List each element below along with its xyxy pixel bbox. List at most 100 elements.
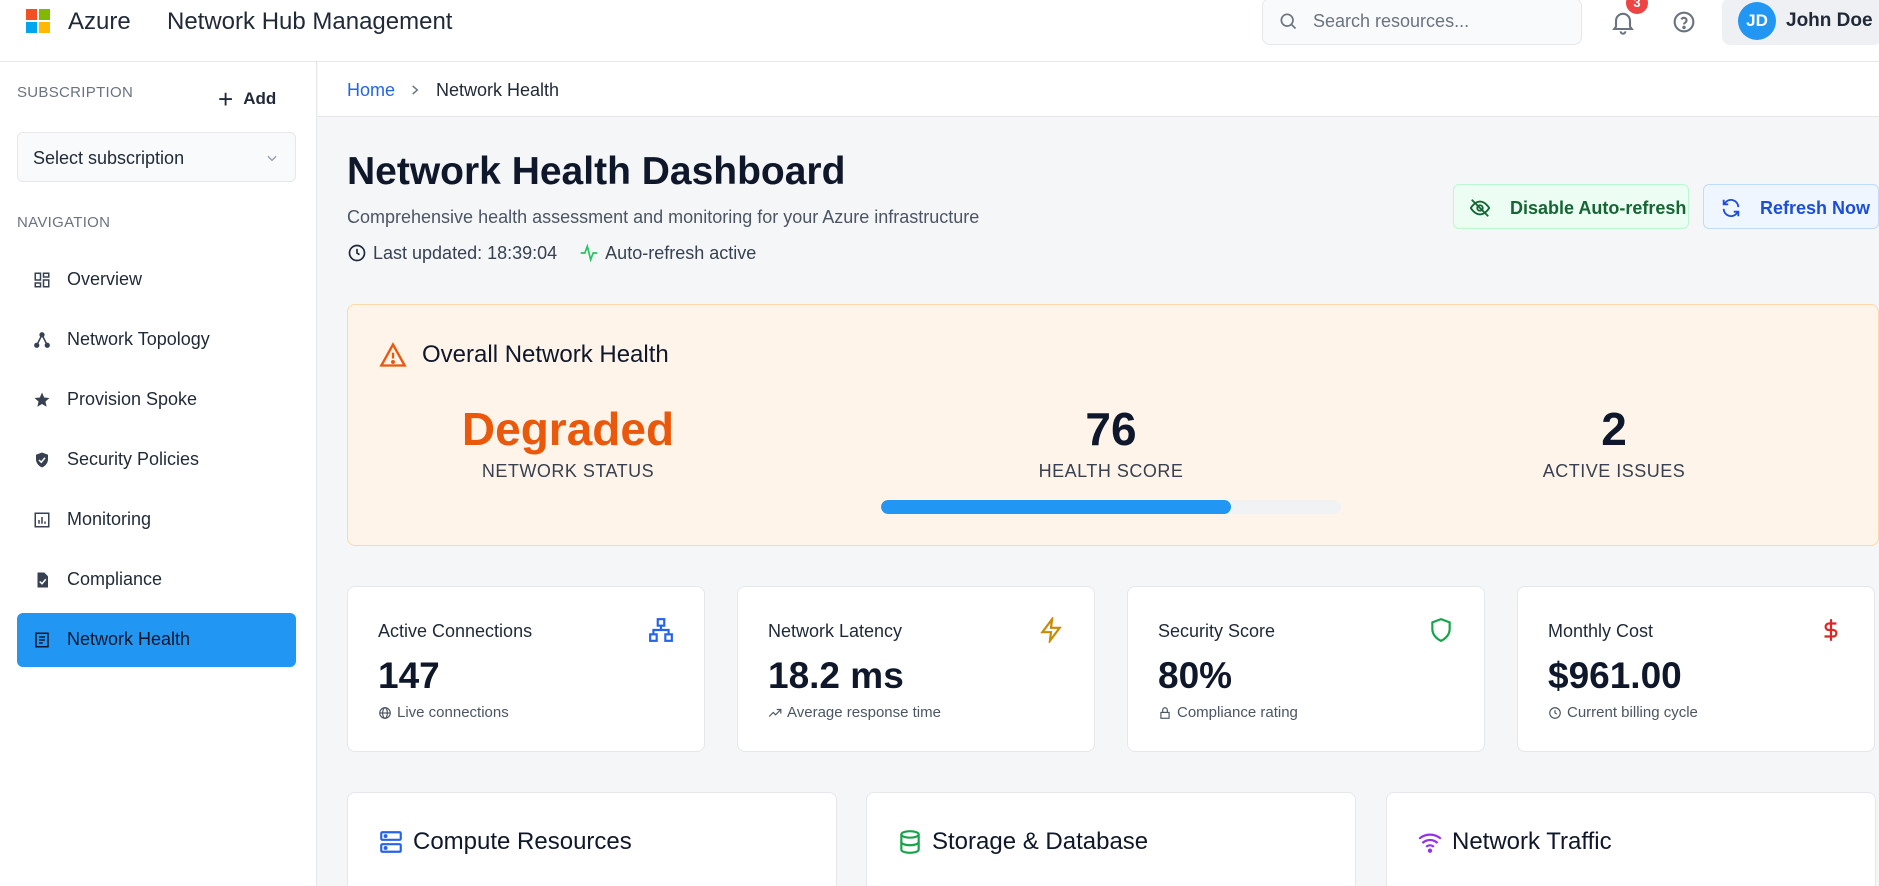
network-traffic-card: Network Traffic xyxy=(1386,792,1876,886)
shield-icon xyxy=(1431,618,1451,643)
active-issues-label: ACTIVE ISSUES xyxy=(1542,461,1686,481)
sidebar-item-monitoring[interactable]: Monitoring xyxy=(17,493,296,547)
lightning-icon xyxy=(1040,617,1062,643)
sidebar-item-network-topology[interactable]: Network Topology xyxy=(17,313,296,367)
warning-triangle-icon xyxy=(379,342,407,367)
sidebar: SUBSCRIPTION + Add Select subscription N… xyxy=(0,62,317,886)
clipboard-check-icon xyxy=(37,572,48,588)
user-menu[interactable]: JD John Doe xyxy=(1722,0,1879,45)
monthly-cost-card[interactable]: Monthly Cost $961.00 Current billing cyc… xyxy=(1517,586,1875,752)
network-icon xyxy=(649,618,673,642)
card-footer: Compliance rating xyxy=(1158,704,1298,721)
chart-icon xyxy=(34,512,50,528)
subscription-select[interactable]: Select subscription xyxy=(17,132,296,182)
disable-auto-refresh-button[interactable]: Disable Auto-refresh xyxy=(1453,184,1689,229)
sidebar-item-provision-spoke[interactable]: Provision Spoke xyxy=(17,373,296,427)
network-latency-card[interactable]: Network Latency 18.2 ms Average response… xyxy=(737,586,1095,752)
security-score-card[interactable]: Security Score 80% Compliance rating xyxy=(1127,586,1485,752)
lock-icon xyxy=(1160,706,1170,719)
health-score-metric: 76 HEALTH SCORE xyxy=(971,403,1251,482)
avatar: JD xyxy=(1738,2,1776,40)
refresh-now-button[interactable]: Refresh Now xyxy=(1703,184,1879,229)
health-score-value: 76 xyxy=(1085,403,1137,455)
page-title: Network Health Dashboard xyxy=(347,150,846,193)
page-subtitle: Comprehensive health assessment and moni… xyxy=(347,207,980,227)
trending-up-icon xyxy=(768,708,782,717)
eye-off-icon xyxy=(1469,199,1491,217)
dollar-icon xyxy=(1824,619,1838,641)
overall-health-title: Overall Network Health xyxy=(422,341,669,368)
network-status-label: NETWORK STATUS xyxy=(481,461,655,481)
chevron-right-icon xyxy=(412,85,419,95)
help-icon[interactable] xyxy=(1670,8,1698,36)
sidebar-item-compliance[interactable]: Compliance xyxy=(17,553,296,607)
subscription-select-value: Select subscription xyxy=(33,148,185,168)
network-status-metric: Degraded NETWORK STATUS xyxy=(428,403,708,482)
search-box[interactable] xyxy=(1262,0,1582,45)
breadcrumb: Home Network Health xyxy=(318,62,1879,117)
document-icon xyxy=(35,632,49,648)
top-bar: Azure Network Hub Management 3 JD John D… xyxy=(0,0,1879,62)
shield-check-icon xyxy=(36,452,48,468)
search-input[interactable] xyxy=(1313,9,1568,33)
network-status-value: Degraded xyxy=(461,403,675,455)
add-subscription-button[interactable]: + Add xyxy=(218,82,296,116)
health-score-progress-bar xyxy=(881,500,1341,514)
breadcrumb-current: Network Health xyxy=(436,80,560,100)
last-updated-text: Last updated: 18:39:04 xyxy=(373,242,558,263)
database-icon xyxy=(900,830,920,854)
disable-auto-refresh-label: Disable Auto-refresh xyxy=(1510,198,1687,218)
clock-icon xyxy=(348,244,366,262)
storage-database-card: Storage & Database xyxy=(866,792,1356,886)
sidebar-item-label: Monitoring xyxy=(67,509,152,529)
auto-refresh-status: Auto-refresh active xyxy=(605,242,757,263)
overall-health-header: Overall Network Health xyxy=(378,341,669,369)
refresh-now-label: Refresh Now xyxy=(1760,198,1871,218)
chevron-down-icon xyxy=(267,155,277,162)
breadcrumb-home-link[interactable]: Home xyxy=(347,80,395,101)
wifi-icon xyxy=(1418,833,1442,853)
card-title: Active Connections xyxy=(378,621,533,641)
card-footer-text: Current billing cycle xyxy=(1567,704,1698,721)
sidebar-item-label: Network Health xyxy=(67,629,191,649)
brand-name[interactable]: Azure xyxy=(68,8,131,36)
update-meta: Last updated: 18:39:04 Auto-refresh acti… xyxy=(347,242,756,264)
subscription-section-label: SUBSCRIPTION xyxy=(17,84,134,101)
card-value: 18.2 ms xyxy=(768,655,904,696)
navigation-section-label: NAVIGATION xyxy=(17,214,111,231)
server-icon xyxy=(380,831,402,853)
health-score-progress-fill xyxy=(881,500,1231,514)
card-value: 80% xyxy=(1158,655,1233,696)
add-button-label: Add xyxy=(243,89,277,108)
sidebar-item-label: Network Topology xyxy=(67,329,210,349)
plus-icon: + xyxy=(218,84,234,114)
sidebar-item-overview[interactable]: Overview xyxy=(17,253,296,307)
card-footer-text: Average response time xyxy=(787,704,941,721)
card-value: $961.00 xyxy=(1548,655,1682,696)
section-title: Storage & Database xyxy=(932,828,1149,855)
section-title: Network Traffic xyxy=(1452,828,1612,855)
overall-health-panel: Overall Network Health Degraded NETWORK … xyxy=(347,304,1879,546)
card-footer-text: Live connections xyxy=(397,704,509,721)
topology-icon xyxy=(34,332,50,348)
sidebar-item-network-health[interactable]: Network Health xyxy=(17,613,296,667)
active-issues-metric: 2 ACTIVE ISSUES xyxy=(1474,403,1754,482)
section-title: Compute Resources xyxy=(413,828,632,855)
card-value: 147 xyxy=(378,655,440,696)
activity-icon xyxy=(580,243,598,263)
microsoft-logo-icon xyxy=(26,9,50,33)
card-footer-text: Compliance rating xyxy=(1177,704,1298,721)
card-title: Network Latency xyxy=(768,621,903,641)
card-footer: Average response time xyxy=(768,704,941,721)
sidebar-item-label: Security Policies xyxy=(67,449,200,469)
star-icon xyxy=(34,392,50,407)
active-connections-card[interactable]: Active Connections 147 Live connections xyxy=(347,586,705,752)
sidebar-item-label: Compliance xyxy=(67,569,163,589)
sidebar-item-security-policies[interactable]: Security Policies xyxy=(17,433,296,487)
search-icon xyxy=(1280,13,1297,30)
sidebar-item-label: Overview xyxy=(67,269,143,289)
grid-icon xyxy=(34,272,50,288)
sidebar-item-label: Provision Spoke xyxy=(67,389,198,409)
refresh-icon xyxy=(1722,199,1740,217)
health-score-label: HEALTH SCORE xyxy=(1038,461,1184,481)
